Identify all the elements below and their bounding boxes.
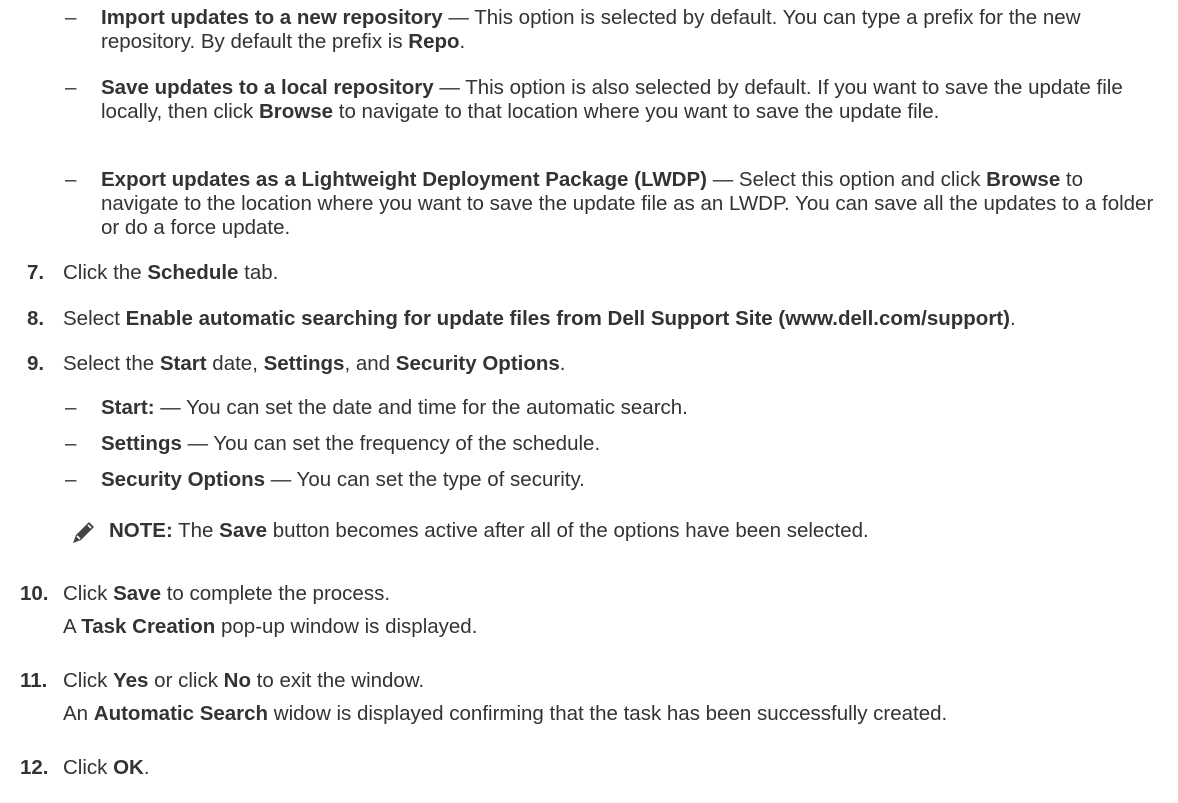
step-text: Select Enable automatic searching for up… <box>63 307 1016 331</box>
step-10-continuation: A Task Creation pop-up window is display… <box>63 615 477 639</box>
note-text-part: The <box>172 519 220 542</box>
bullet-text: Security Options — You can set the type … <box>101 468 585 492</box>
step-text-part: Click <box>63 582 114 605</box>
step-bold: Yes <box>113 669 149 692</box>
bullet-text-part: — You can set the date and time for the … <box>154 396 688 419</box>
bullet-text-part-2: to navigate to that location where you w… <box>333 100 940 123</box>
step-text: Select the Start date, Settings, and Sec… <box>63 352 566 376</box>
step-text-part-4: . <box>559 352 566 375</box>
bullet-text-part: — You can set the frequency of the sched… <box>181 432 601 455</box>
step-text: Click Save to complete the process. <box>63 582 390 606</box>
bullet-dash: – <box>65 396 77 419</box>
step-bold-2: Settings <box>263 352 345 375</box>
step-text-part-3: to exit the window. <box>250 669 425 692</box>
document-page: – Import updates to a new repository — T… <box>0 0 1178 803</box>
bullet-text: Settings — You can set the frequency of … <box>101 432 600 456</box>
step-number: 11. <box>20 669 48 692</box>
bullet-bold: Start: <box>101 396 155 419</box>
step-bold: Start <box>159 352 207 375</box>
step-number: 10. <box>20 582 49 605</box>
step-11-continuation: An Automatic Search widow is displayed c… <box>63 702 947 726</box>
cont-bold: Automatic Search <box>93 702 269 725</box>
step-bold: Schedule <box>147 261 239 284</box>
step-number: 8. <box>27 307 45 330</box>
cont-text: A <box>63 615 82 638</box>
step-text: Click Yes or click No to exit the window… <box>63 669 424 693</box>
note-text: NOTE: The Save button becomes active aft… <box>109 519 869 543</box>
cont-bold: Task Creation <box>81 615 216 638</box>
bullet-text: Save updates to a local repository — Thi… <box>101 76 1175 124</box>
step-number: 7. <box>27 261 45 284</box>
step-text-part: Select <box>63 307 126 330</box>
step-text: Click OK. <box>63 756 150 780</box>
bullet-dash: – <box>65 468 77 491</box>
note-text-part-2: button becomes active after all of the o… <box>267 519 869 542</box>
bullet-dash: – <box>65 168 77 191</box>
step-text-part-2: to complete the process. <box>161 582 391 605</box>
note-pencil-icon <box>73 522 94 543</box>
bullet-text: Import updates to a new repository — Thi… <box>101 6 1160 54</box>
step-text-part-2: or click <box>148 669 224 692</box>
bullet-bold: Export updates as a Lightweight Deployme… <box>101 168 707 191</box>
step-text: Click the Schedule tab. <box>63 261 278 285</box>
note-bold: Save <box>219 519 268 542</box>
bullet-text: Start: — You can set the date and time f… <box>101 396 688 420</box>
step-text-part-3: , and <box>344 352 396 375</box>
step-text-part: Click <box>63 756 114 779</box>
step-bold: Save <box>113 582 161 605</box>
bullet-bold: Security Options <box>101 468 266 491</box>
bullet-bold: Import updates to a new repository <box>101 6 443 29</box>
bullet-bold: Save updates to a local repository <box>101 76 434 99</box>
step-text-part-2: tab. <box>238 261 279 284</box>
bullet-dash: – <box>65 76 77 99</box>
step-bold-2: No <box>223 669 251 692</box>
bullet-bold-2: Repo <box>408 30 460 53</box>
bullet-bold-2: Browse <box>258 100 334 123</box>
note-label: NOTE: <box>109 519 173 542</box>
step-text-part-2: . <box>143 756 150 779</box>
cont-text-2: widow is displayed confirming that the t… <box>268 702 948 725</box>
bullet-dash: – <box>65 432 77 455</box>
cont-text-2: pop-up window is displayed. <box>215 615 478 638</box>
bullet-text-part: — You can set the type of security. <box>265 468 585 491</box>
bullet-text-part-2: . <box>459 30 466 53</box>
bullet-dash: – <box>65 6 77 29</box>
step-bold-3: Security Options <box>395 352 560 375</box>
step-text-part: Click the <box>63 261 148 284</box>
step-text-part-2: . <box>1009 307 1016 330</box>
bullet-text-part: — Select this option and click <box>707 168 987 191</box>
step-number: 12. <box>20 756 49 779</box>
step-bold: OK <box>113 756 144 779</box>
step-text-part: Select the <box>63 352 160 375</box>
step-text-part-2: date, <box>206 352 264 375</box>
bullet-bold-2: Browse <box>986 168 1061 191</box>
step-number: 9. <box>27 352 45 375</box>
bullet-text: Export updates as a Lightweight Deployme… <box>101 168 1165 240</box>
step-bold: Enable automatic searching for update fi… <box>125 307 1010 330</box>
cont-text: An <box>63 702 94 725</box>
step-text-part: Click <box>63 669 114 692</box>
bullet-bold: Settings <box>101 432 182 455</box>
